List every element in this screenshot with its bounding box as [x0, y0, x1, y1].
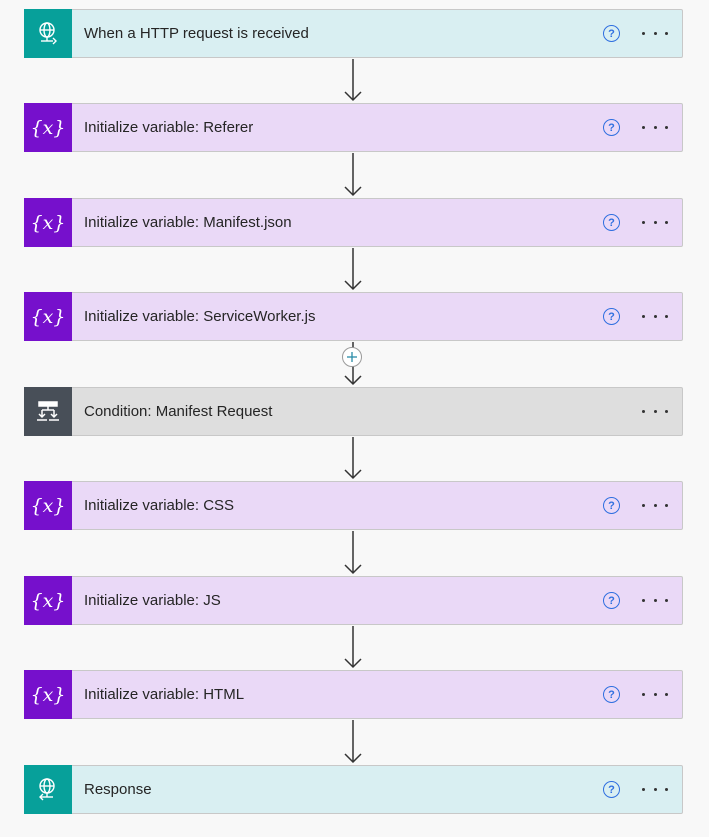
variable-icon: {x} — [24, 291, 72, 341]
variable-icon: {x} — [24, 575, 72, 625]
flow-canvas: When a HTTP request is received ? {x} In… — [0, 0, 709, 837]
variable-icon: {x} — [24, 669, 72, 719]
step-init-variable-css[interactable]: {x} Initialize variable: CSS ? — [24, 480, 683, 530]
connector-arrow — [343, 437, 363, 480]
help-icon[interactable]: ? — [603, 308, 620, 325]
more-options-icon[interactable] — [642, 594, 668, 608]
step-condition-manifest-request[interactable]: Condition: Manifest Request — [24, 386, 683, 436]
help-icon[interactable]: ? — [603, 119, 620, 136]
connector-arrow — [343, 531, 363, 575]
step-title: Initialize variable: Manifest.json — [84, 214, 292, 231]
step-title: Condition: Manifest Request — [84, 403, 273, 420]
step-title: Response — [84, 781, 152, 798]
svg-text:{x}: {x} — [31, 306, 66, 328]
step-init-variable-referer[interactable]: {x} Initialize variable: Referer ? — [24, 102, 683, 152]
connector-arrow — [343, 153, 363, 197]
variable-icon: {x} — [24, 480, 72, 530]
connector-arrow — [343, 59, 363, 102]
connector-arrow — [343, 626, 363, 669]
step-title: When a HTTP request is received — [84, 25, 309, 42]
svg-text:{x}: {x} — [31, 590, 66, 612]
step-title: Initialize variable: JS — [84, 592, 221, 609]
step-init-variable-manifest[interactable]: {x} Initialize variable: Manifest.json ? — [24, 197, 683, 247]
variable-icon: {x} — [24, 102, 72, 152]
help-icon[interactable]: ? — [603, 686, 620, 703]
more-options-icon[interactable] — [642, 405, 668, 419]
step-init-variable-js[interactable]: {x} Initialize variable: JS ? — [24, 575, 683, 625]
plus-icon — [347, 352, 357, 362]
step-response[interactable]: Response ? — [24, 764, 683, 814]
connector-arrow — [343, 248, 363, 291]
step-http-trigger[interactable]: When a HTTP request is received ? — [24, 8, 683, 58]
svg-text:{x}: {x} — [31, 495, 66, 517]
help-icon[interactable]: ? — [603, 25, 620, 42]
condition-icon — [24, 386, 72, 436]
globe-network-icon — [24, 764, 72, 814]
more-options-icon[interactable] — [642, 499, 668, 513]
step-init-variable-html[interactable]: {x} Initialize variable: HTML ? — [24, 669, 683, 719]
add-step-button[interactable] — [342, 347, 362, 367]
svg-text:{x}: {x} — [31, 684, 66, 706]
more-options-icon[interactable] — [642, 121, 668, 135]
step-title: Initialize variable: Referer — [84, 119, 254, 136]
step-title: Initialize variable: ServiceWorker.js — [84, 308, 316, 325]
help-icon[interactable]: ? — [603, 592, 620, 609]
help-icon[interactable]: ? — [603, 214, 620, 231]
globe-network-icon — [24, 8, 72, 58]
more-options-icon[interactable] — [642, 27, 668, 41]
step-title: Initialize variable: HTML — [84, 686, 245, 703]
help-icon[interactable]: ? — [603, 781, 620, 798]
variable-icon: {x} — [24, 197, 72, 247]
more-options-icon[interactable] — [642, 310, 668, 324]
more-options-icon[interactable] — [642, 783, 668, 797]
step-init-variable-serviceworker[interactable]: {x} Initialize variable: ServiceWorker.j… — [24, 291, 683, 341]
svg-text:{x}: {x} — [31, 117, 66, 139]
more-options-icon[interactable] — [642, 688, 668, 702]
svg-text:{x}: {x} — [31, 212, 66, 234]
connector-arrow — [343, 720, 363, 764]
step-title: Initialize variable: CSS — [84, 497, 235, 514]
more-options-icon[interactable] — [642, 216, 668, 230]
help-icon[interactable]: ? — [603, 497, 620, 514]
